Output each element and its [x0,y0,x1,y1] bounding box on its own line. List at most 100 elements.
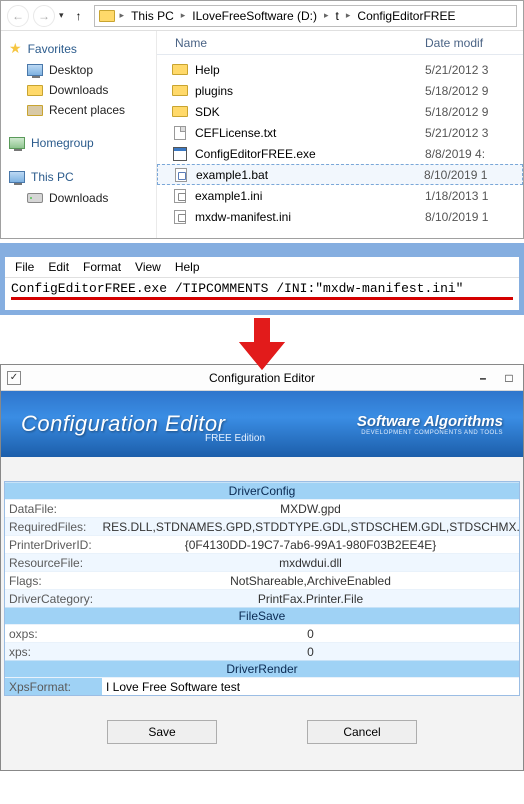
column-header-date[interactable]: Date modif [425,36,523,50]
sidebar-label: Favorites [28,42,77,56]
sidebar-group-thispc[interactable]: This PC [5,166,152,188]
breadcrumb-segment[interactable]: ILoveFreeSoftware (D:) [188,9,321,23]
config-editor-window: ✓ Configuration Editor – □ Configuration… [0,364,524,771]
file-date: 5/18/2012 9 [425,105,523,119]
breadcrumb-segment[interactable]: t [332,9,343,23]
ini-icon [171,209,189,225]
app-icon: ✓ [7,371,21,385]
section-header: DriverConfig [5,482,519,499]
file-name: example1.bat [196,168,424,182]
highlight-underline [11,297,513,300]
file-date: 1/18/2013 1 [425,189,523,203]
nav-forward-button[interactable]: → [33,5,55,27]
file-row[interactable]: Help5/21/2012 3 [157,59,523,80]
menu-help[interactable]: Help [175,260,200,274]
nav-back-button[interactable]: ← [7,5,29,27]
config-row: xps:0 [5,642,519,660]
folder-icon [99,10,115,22]
star-icon: ★ [9,40,22,57]
notepad-editor[interactable]: ConfigEditorFREE.exe /TIPCOMMENTS /INI:"… [5,278,519,297]
chevron-right-icon: ▸ [345,10,352,21]
brand-line1: Software Algorithms [357,413,503,430]
sidebar-group-favorites[interactable]: ★ Favorites [5,37,152,60]
file-row[interactable]: SDK5/18/2012 9 [157,101,523,122]
nav-up-button[interactable]: ↑ [68,5,90,27]
chevron-right-icon: ▸ [180,10,187,21]
banner-subtitle: FREE Edition [205,433,265,444]
file-row[interactable]: mxdw-manifest.ini8/10/2019 1 [157,206,523,227]
config-grid: DriverConfigDataFile:MXDW.gpdRequiredFil… [4,481,520,696]
save-button[interactable]: Save [107,720,217,744]
config-value-input[interactable] [106,680,519,694]
config-value: MXDW.gpd [102,500,519,517]
config-key: RequiredFiles: [5,518,102,535]
breadcrumb-segment[interactable]: This PC [127,9,178,23]
config-banner: Configuration Editor FREE Edition Softwa… [1,391,523,457]
config-value: PrintFax.Printer.File [102,590,519,607]
window-title: Configuration Editor [209,371,315,385]
section-header: DriverRender [5,660,519,677]
nav-history-dropdown[interactable]: ▾ [59,10,64,21]
file-row[interactable]: example1.bat8/10/2019 1 [157,164,523,185]
config-value: NotShareable,ArchiveEnabled [102,572,519,589]
config-value[interactable] [102,678,519,695]
file-row[interactable]: example1.ini1/18/2013 1 [157,185,523,206]
sidebar-item-desktop[interactable]: Desktop [5,60,152,80]
file-row[interactable]: ConfigEditorFREE.exe8/8/2019 4: [157,143,523,164]
config-value: 0 [102,625,519,642]
thispc-icon [9,169,25,185]
config-key: PrinterDriverID: [5,536,102,553]
config-value: mxdwdui.dll [102,554,519,571]
ini-icon [171,188,189,204]
file-name: plugins [195,84,425,98]
config-row: DataFile:MXDW.gpd [5,499,519,517]
config-key: xps: [5,643,102,660]
config-key: DriverCategory: [5,590,102,607]
config-key: XpsFormat: [5,678,102,695]
config-value: 0 [102,643,519,660]
folder-icon [171,83,189,99]
explorer-file-pane: Name Date modif Help5/21/2012 3plugins5/… [157,31,523,238]
config-row: PrinterDriverID:{0F4130DD-19C7-7ab6-99A1… [5,535,519,553]
file-date: 5/21/2012 3 [425,63,523,77]
file-date: 5/18/2012 9 [425,84,523,98]
file-row[interactable]: plugins5/18/2012 9 [157,80,523,101]
bat-icon [172,167,190,183]
folder-icon [171,104,189,120]
sidebar-label: Homegroup [31,136,94,150]
address-bar[interactable]: ▸ This PC ▸ ILoveFreeSoftware (D:) ▸ t ▸… [94,5,517,27]
config-key: DataFile: [5,500,102,517]
chevron-right-icon: ▸ [323,10,330,21]
file-name: ConfigEditorFREE.exe [195,147,425,161]
breadcrumb-segment[interactable]: ConfigEditorFREE [353,9,459,23]
banner-title: Configuration Editor [21,411,225,437]
file-name: CEFLicense.txt [195,126,425,140]
homegroup-icon [9,135,25,151]
menu-edit[interactable]: Edit [48,260,69,274]
config-row: DriverCategory:PrintFax.Printer.File [5,589,519,607]
cancel-button[interactable]: Cancel [307,720,417,744]
arrow-left-icon: ← [12,9,24,23]
column-header-name[interactable]: Name [171,36,425,50]
sidebar-item-recent[interactable]: Recent places [5,100,152,120]
config-row: XpsFormat: [5,677,519,695]
maximize-button[interactable]: □ [501,371,517,385]
file-name: SDK [195,105,425,119]
recent-icon [27,102,43,118]
sidebar-item-downloads2[interactable]: Downloads [5,188,152,208]
file-name: mxdw-manifest.ini [195,210,425,224]
folder-icon [171,62,189,78]
brand-line2: DEVELOPMENT COMPONENTS AND TOOLS [357,430,503,436]
file-row[interactable]: CEFLicense.txt5/21/2012 3 [157,122,523,143]
sidebar-group-homegroup[interactable]: Homegroup [5,132,152,154]
config-value: UNIRES.DLL,STDNAMES.GPD,STDDTYPE.GDL,STD… [102,518,519,535]
menu-view[interactable]: View [135,260,161,274]
menu-file[interactable]: File [15,260,34,274]
file-date: 8/10/2019 1 [424,168,522,182]
menu-format[interactable]: Format [83,260,121,274]
sidebar-item-downloads[interactable]: Downloads [5,80,152,100]
chevron-right-icon: ▸ [119,10,126,21]
annotation-arrow [0,318,524,370]
downloads-icon [27,82,43,98]
minimize-button[interactable]: – [475,371,491,385]
